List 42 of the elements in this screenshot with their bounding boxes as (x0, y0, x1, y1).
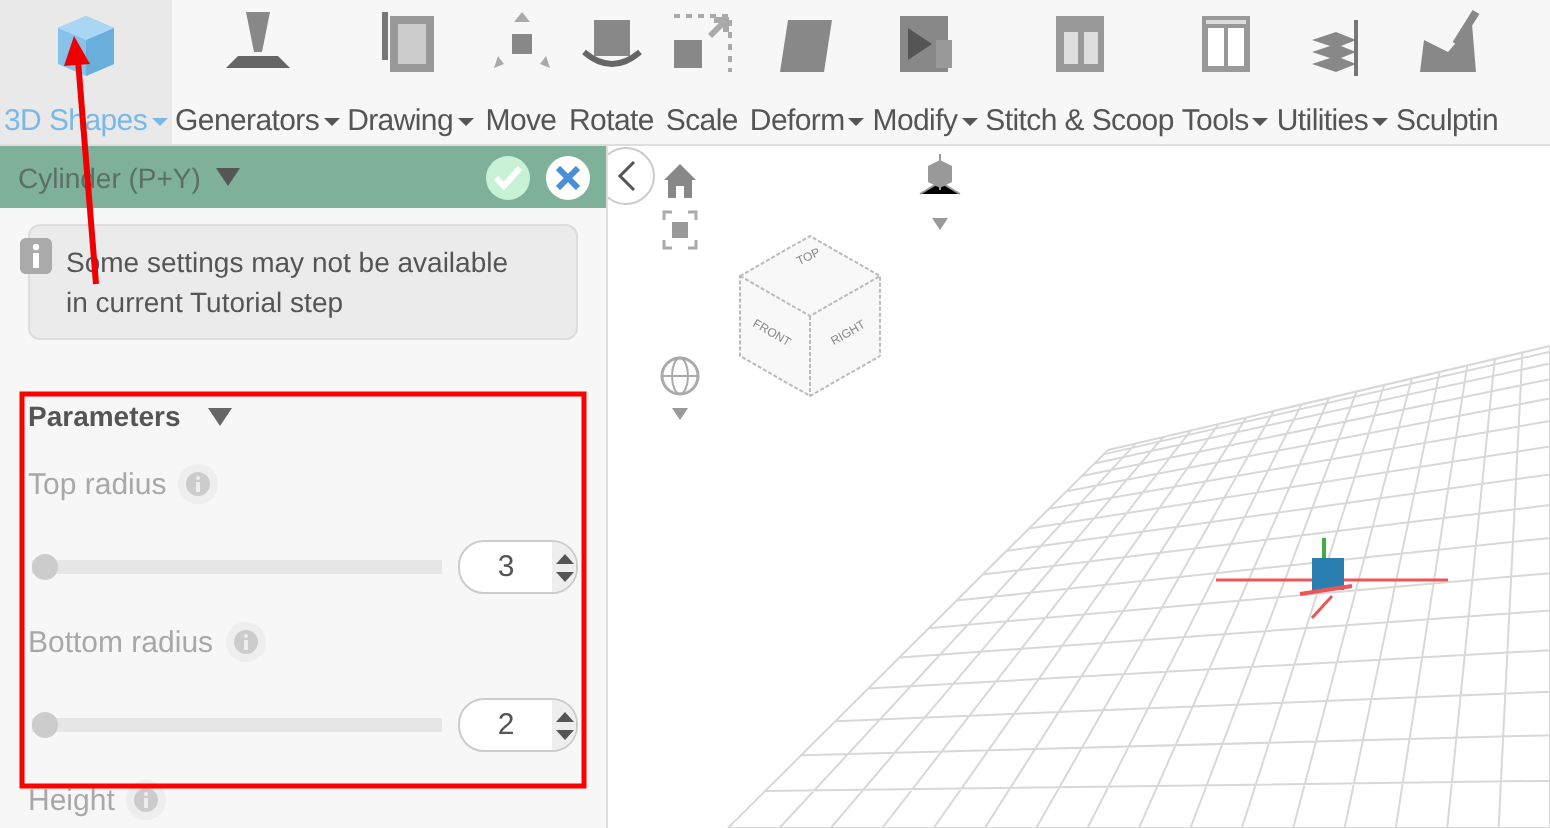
check-icon (494, 165, 522, 189)
axes-view-icon[interactable] (919, 153, 961, 195)
spin-arrows-icon[interactable] (555, 551, 573, 583)
toolbar-tool[interactable]: Stitch & Scoop (981, 0, 1178, 144)
caret-icon[interactable] (932, 218, 948, 230)
tool-label: Tools (1181, 104, 1249, 138)
toolbar-tool[interactable]: Generators (171, 0, 344, 144)
orbit-icon[interactable] (660, 356, 700, 396)
section-title: Parameters (28, 400, 181, 432)
toolbar-tool[interactable]: Utilities (1272, 0, 1393, 144)
tool-label: Move (485, 104, 557, 138)
toolbar-tool[interactable]: Scale (657, 0, 746, 144)
collapse-button[interactable] (608, 147, 655, 205)
toolbar-tool[interactable]: Rotate (565, 0, 658, 144)
tool-label: Scale (665, 104, 738, 138)
tool-label: Stitch & Scoop (985, 104, 1174, 138)
parameter-label: Top radius (28, 467, 167, 501)
caret-icon[interactable] (208, 407, 233, 425)
toolbar-tool[interactable]: Sculptin (1392, 0, 1502, 144)
caret-icon[interactable] (672, 408, 688, 420)
parameter-label: Height (28, 783, 115, 817)
tool-label: Deform (749, 104, 845, 138)
toolbar-tool[interactable]: Deform (745, 0, 869, 144)
fit-view-icon[interactable] (662, 210, 698, 250)
toolbar-tool[interactable]: Tools (1177, 0, 1273, 144)
home-icon[interactable] (664, 164, 696, 198)
tool-label: Generators (175, 104, 320, 138)
close-icon (556, 165, 580, 189)
tool-label: Sculptin (1396, 104, 1498, 138)
parameter-label: Bottom radius (28, 625, 214, 659)
confirm-button[interactable] (486, 155, 530, 199)
tool-label: Rotate (569, 104, 654, 138)
toolbar-tool[interactable]: Move (477, 0, 565, 144)
tool-label: Utilities (1276, 104, 1369, 138)
tool-label: Drawing (347, 104, 453, 138)
toolbar-tool[interactable]: Modify (868, 0, 982, 144)
spin-arrows-icon[interactable] (555, 709, 573, 741)
cancel-button[interactable] (546, 155, 590, 199)
info-icon (20, 238, 52, 274)
caret-icon[interactable] (216, 168, 241, 186)
tool-label: Modify (872, 104, 958, 138)
toolbar-tool[interactable]: Drawing (343, 0, 477, 144)
